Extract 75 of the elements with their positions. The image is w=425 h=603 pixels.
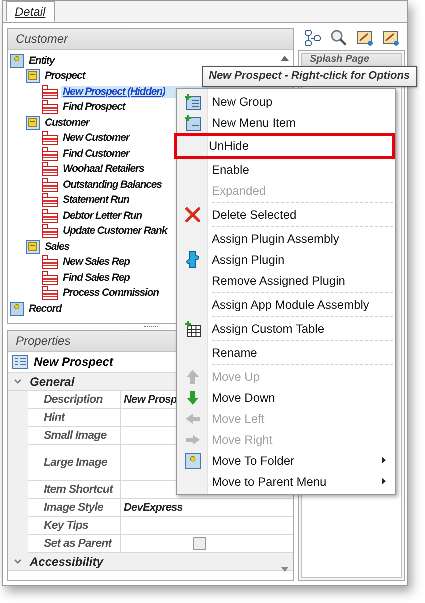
menu-item[interactable]: Delete Selected <box>177 204 395 225</box>
tree-item[interactable]: Entity <box>27 54 57 67</box>
folder-icon <box>184 452 200 468</box>
scroll-up-icon[interactable] <box>281 56 289 61</box>
close-icon <box>184 206 200 222</box>
group-icon <box>26 116 40 130</box>
menu-item-icon <box>42 100 58 114</box>
menu-item-icon <box>42 255 58 270</box>
add-item-icon <box>184 114 202 132</box>
tree-item[interactable]: Find Customer <box>61 148 132 160</box>
menu-item-icon <box>42 84 58 99</box>
menu-item-icon <box>42 146 58 161</box>
tree-item[interactable]: New Sales Rep <box>61 256 132 268</box>
table-icon <box>184 320 202 338</box>
tab[interactable]: Detail <box>6 1 55 22</box>
folder-icon <box>10 302 24 316</box>
category-label: Accessibility <box>30 554 104 568</box>
menu-item[interactable]: Assign Plugin <box>177 249 395 270</box>
splitter-grip[interactable] <box>144 326 158 328</box>
menu-item-icon <box>42 224 58 238</box>
selected-object: New Prospect <box>34 355 114 369</box>
menu-item-icon <box>42 270 58 285</box>
puzzle-piece-icon <box>186 250 200 268</box>
add-list-icon <box>184 92 202 110</box>
category-label: General <box>30 374 75 388</box>
tree-item[interactable]: Find Prospect <box>61 101 128 114</box>
panel-title: Customer <box>8 29 293 50</box>
menu-item[interactable]: Enable <box>177 159 395 180</box>
tree-item[interactable]: Find Sales Rep <box>61 272 132 284</box>
tree-item[interactable]: Debtor Letter Run <box>61 210 144 222</box>
tree-item[interactable]: Woohaa! Retailers <box>61 163 146 176</box>
menu-item-icon <box>42 286 58 300</box>
arrow-up-icon <box>186 368 200 384</box>
tree-item[interactable]: Outstanding Balances <box>61 178 164 191</box>
scroll-down-icon[interactable] <box>281 567 289 572</box>
folder-icon <box>10 54 24 68</box>
tree-item[interactable]: Update Customer Rank <box>61 225 170 238</box>
menu-item[interactable]: Assign Plugin Assembly <box>177 228 395 249</box>
search-icon[interactable] <box>330 29 348 47</box>
tree-item[interactable]: Sales <box>43 240 72 253</box>
menu-item-icon <box>42 193 58 208</box>
menu-item-icon <box>42 162 58 176</box>
checkbox[interactable] <box>193 537 206 550</box>
arrow-down-icon <box>186 390 200 406</box>
hierarchy-icon[interactable] <box>304 29 322 47</box>
tree-item[interactable]: Customer <box>43 116 92 129</box>
menu-item-icon <box>42 178 58 192</box>
menu-item[interactable]: New Group <box>177 91 395 112</box>
list-icon <box>12 355 28 369</box>
tree-item[interactable]: Process Commission <box>61 287 161 300</box>
menu-item[interactable]: Move To Folder <box>177 450 395 471</box>
menu-item-icon <box>42 208 58 223</box>
group-icon <box>26 69 40 84</box>
tree-item[interactable]: Statement Run <box>61 194 132 206</box>
menu-item[interactable]: Assign App Module Assembly <box>177 294 395 315</box>
menu-item[interactable]: Move to Parent Menu <box>177 471 395 492</box>
tree-item[interactable]: Prospect <box>43 70 88 82</box>
tree-item[interactable]: Record <box>27 302 64 315</box>
edit-image-icon[interactable] <box>382 29 400 47</box>
menu-item[interactable]: Move Down <box>177 387 395 408</box>
menu-item-icon <box>42 131 58 146</box>
chevron-icon[interactable] <box>14 378 22 386</box>
tooltip: New Prospect - Right-click for Options <box>202 66 418 87</box>
group-icon <box>26 240 40 254</box>
edit-image-icon[interactable] <box>356 29 374 47</box>
arrow-right-icon <box>184 434 200 446</box>
arrow-left-icon <box>184 412 200 424</box>
menu-item[interactable]: UnHide <box>174 133 395 159</box>
menu-item[interactable]: Remove Assigned Plugin <box>177 270 395 291</box>
panel-title: Splash Page <box>302 54 401 66</box>
tree-item[interactable]: New Customer <box>61 132 132 144</box>
chevron-icon[interactable] <box>14 558 22 566</box>
submenu-arrow-icon <box>382 457 386 464</box>
menu-item[interactable]: New Menu Item <box>177 112 395 133</box>
submenu-arrow-icon <box>382 478 386 485</box>
